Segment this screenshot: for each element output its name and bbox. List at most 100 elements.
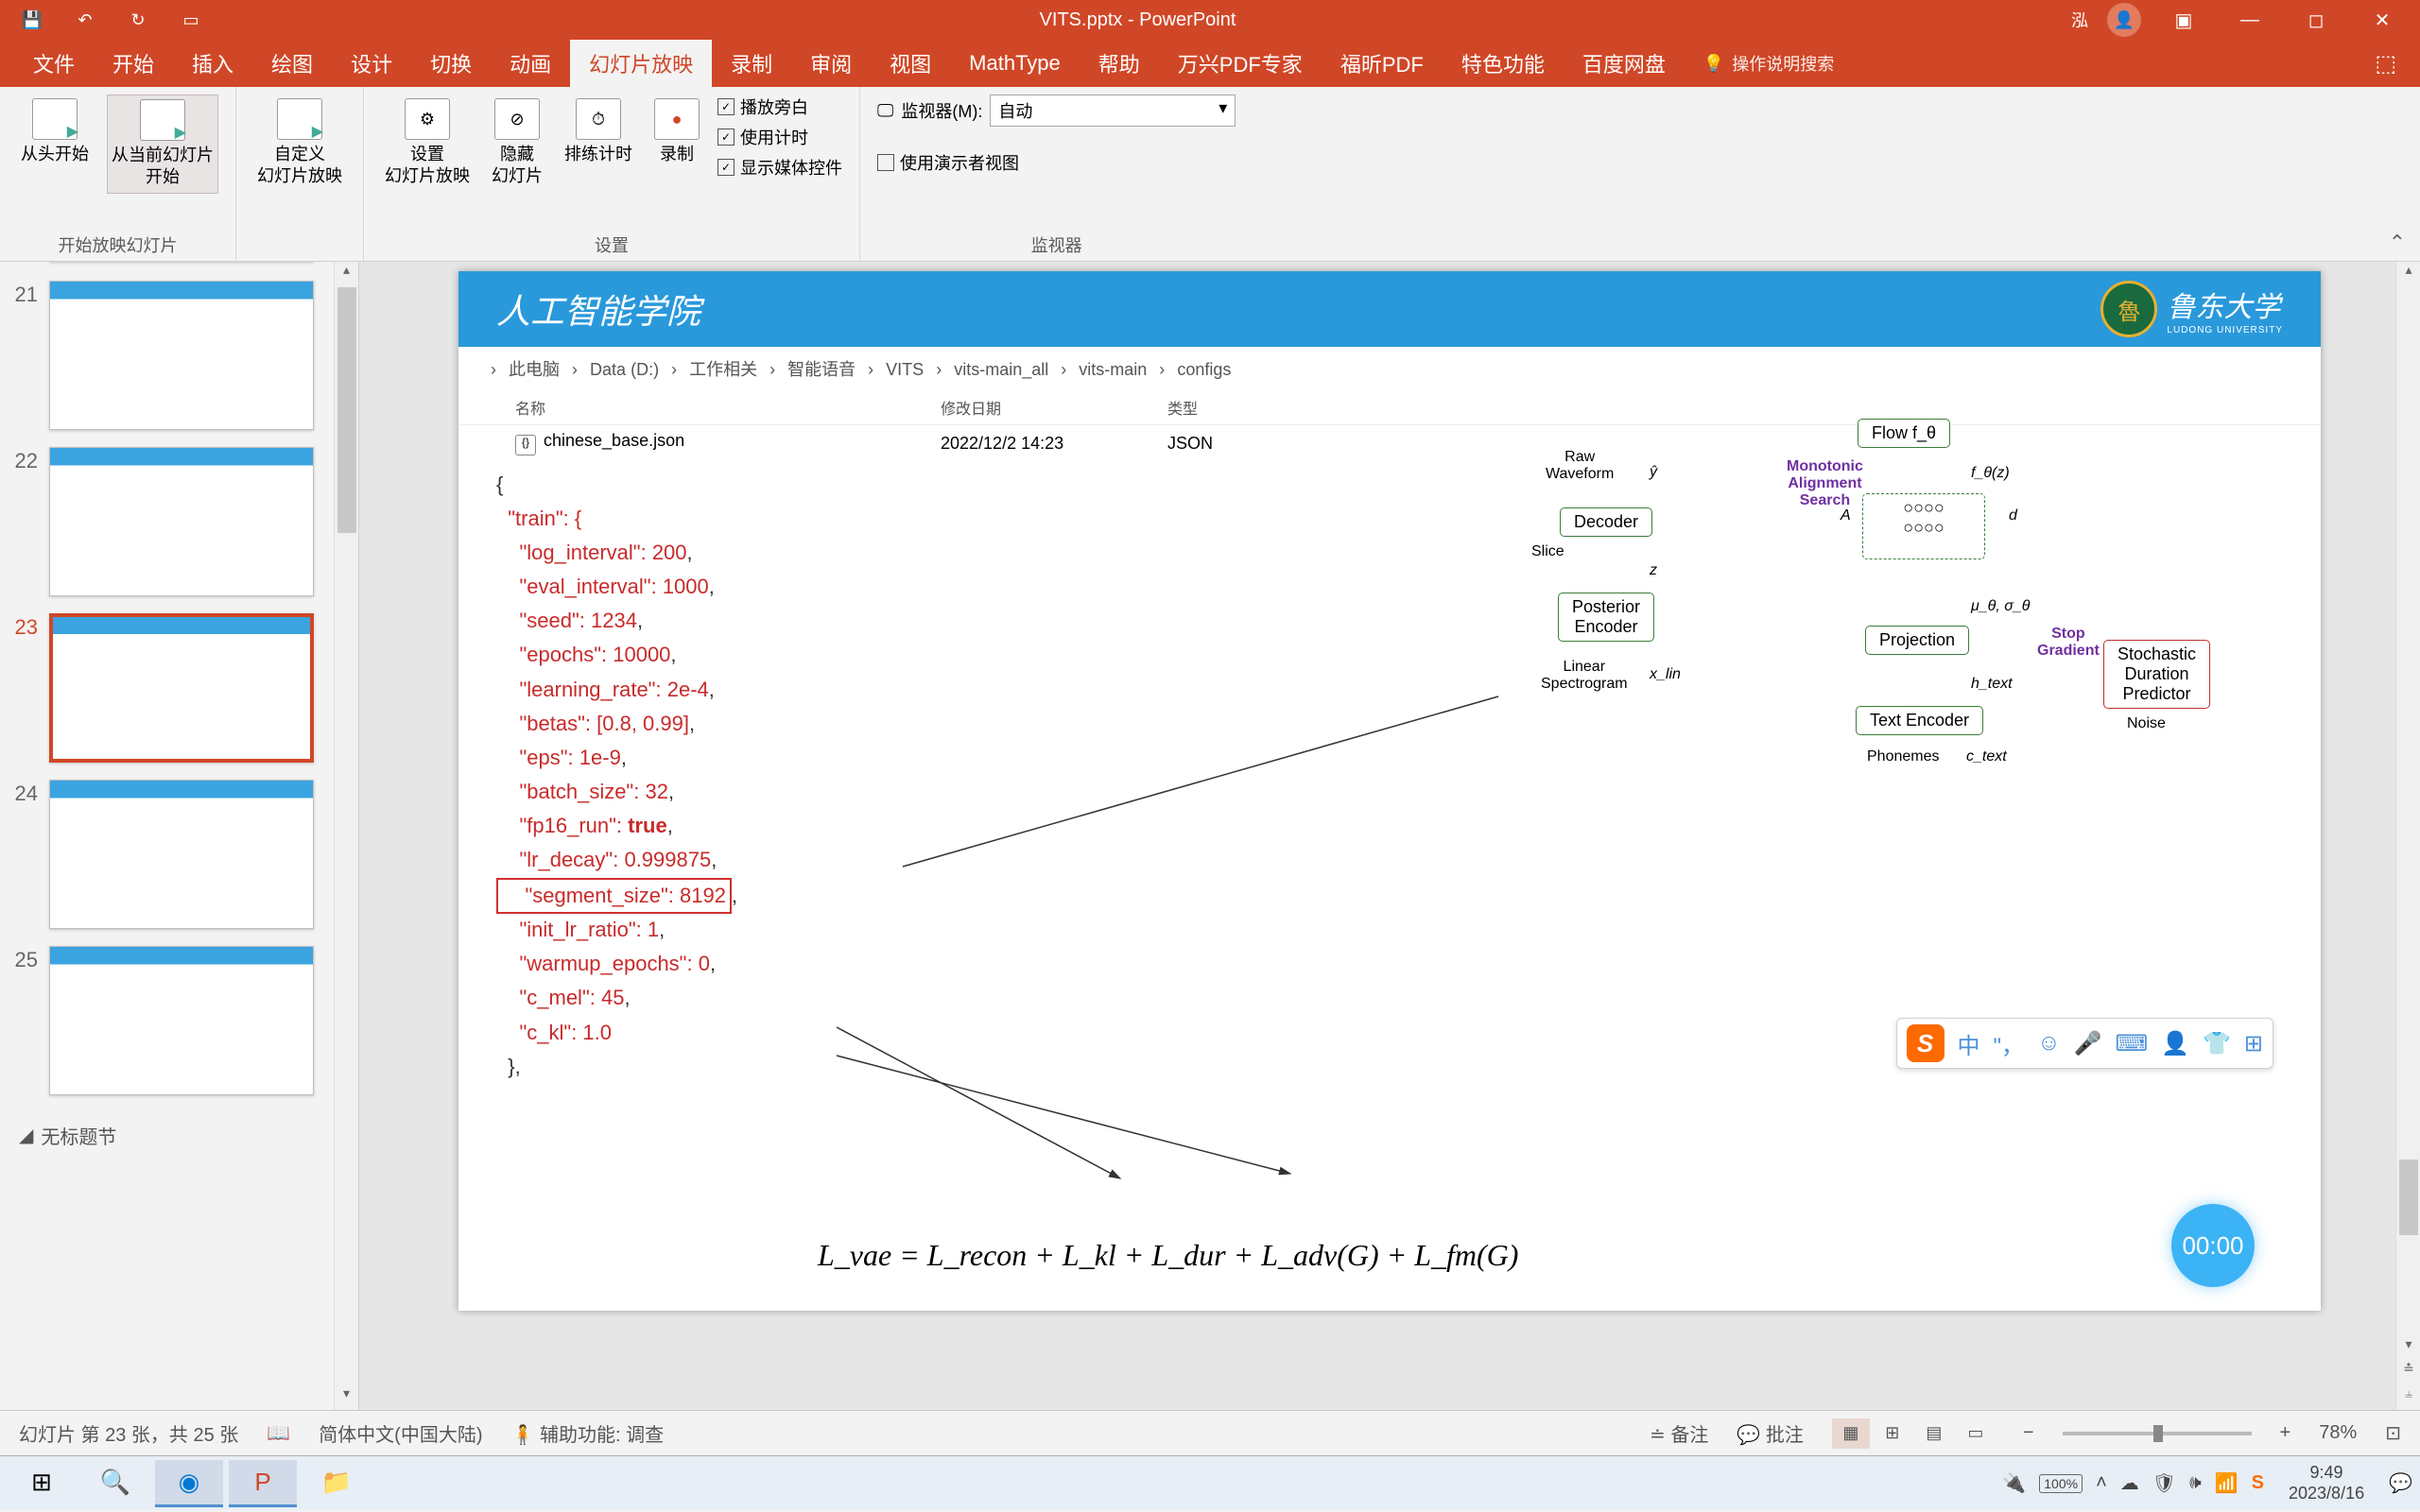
undo-icon[interactable]: ↶ [72, 7, 98, 33]
thumbs-scrollbar[interactable]: ▴ ▾ [334, 262, 358, 1410]
security-icon[interactable]: 🛡 [2152, 1471, 2176, 1495]
normal-view-icon[interactable]: ▦ [1832, 1418, 1870, 1449]
accessibility-status[interactable]: 🧍 辅助功能: 调查 [511, 1419, 665, 1447]
sogou-logo-icon: S [1907, 1024, 1945, 1062]
monitor-select[interactable]: 自动▾ [990, 94, 1236, 127]
tab-view[interactable]: 视图 [871, 40, 950, 87]
save-icon[interactable]: 💾 [19, 7, 45, 33]
powerpoint-icon[interactable]: P [229, 1460, 297, 1507]
main-area: 21 22 23 24 25 ◢无标题节 ▴ ▾ 人工智能学院 魯 鲁东大学 L… [0, 262, 2420, 1410]
zoom-in-icon[interactable]: + [2280, 1422, 2291, 1444]
edge-icon[interactable]: ◉ [155, 1460, 223, 1507]
notifications-icon[interactable]: 💬 [2389, 1471, 2412, 1495]
university-logo: 魯 鲁东大学 LUDONG UNIVERSITY [2100, 281, 2283, 337]
presenter-view-check[interactable]: 使用演示者视图 [877, 150, 1019, 175]
use-timings-check[interactable]: ✓使用计时 [717, 125, 842, 149]
ime-punct-icon[interactable]: "， [1994, 1027, 2025, 1060]
start-button[interactable]: ⊞ [8, 1460, 76, 1507]
tab-home[interactable]: 开始 [94, 40, 173, 87]
play-narration-check[interactable]: ✓播放旁白 [717, 94, 842, 119]
ime-keyboard-icon[interactable]: ⌨ [2115, 1030, 2148, 1057]
zoom-level[interactable]: 78% [2319, 1422, 2357, 1444]
tab-transition[interactable]: 切换 [411, 40, 491, 87]
tab-draw[interactable]: 绘图 [252, 40, 332, 87]
user-avatar-icon[interactable]: 👤 [2107, 3, 2141, 37]
monitor-icon: 🖵 [877, 101, 893, 121]
record-button[interactable]: ● 录制 [650, 94, 703, 169]
battery-status[interactable]: 100% [2039, 1474, 2083, 1493]
timer-icon: ⏱ [576, 98, 621, 140]
tab-mathtype[interactable]: MathType [950, 40, 1080, 87]
user-name: 泓 [2071, 8, 2088, 32]
comments-button[interactable]: 💬 批注 [1737, 1419, 1803, 1447]
tab-review[interactable]: 审阅 [791, 40, 871, 87]
tab-design[interactable]: 设计 [332, 40, 411, 87]
recording-timer[interactable]: 00:00 [2171, 1204, 2255, 1287]
slide-thumb-24[interactable] [49, 780, 314, 929]
explorer-icon[interactable]: 📁 [302, 1460, 371, 1507]
minimize-icon[interactable]: — [2226, 0, 2273, 40]
reading-view-icon[interactable]: ▤ [1915, 1418, 1953, 1449]
tab-slideshow[interactable]: 幻灯片放映 [570, 40, 712, 87]
tell-me-search[interactable]: 💡 操作说明搜索 [1703, 51, 1834, 76]
tab-insert[interactable]: 插入 [173, 40, 252, 87]
ime-toolbox-icon[interactable]: ⊞ [2244, 1030, 2263, 1057]
slide-position: 幻灯片 第 23 张，共 25 张 [19, 1419, 238, 1447]
hide-slide-button[interactable]: ⊘ 隐藏 幻灯片 [488, 94, 546, 192]
section-title[interactable]: ◢无标题节 [0, 1112, 358, 1159]
ime-lang[interactable]: 中 [1958, 1027, 1980, 1060]
power-icon[interactable]: 🔌 [2002, 1471, 2026, 1495]
ime-toolbar[interactable]: S 中 "， ☺ 🎤 ⌨ 👤 👕 ⊞ [1896, 1018, 2273, 1069]
wifi-icon[interactable]: 📶 [2215, 1471, 2238, 1495]
ime-voice-icon[interactable]: 🎤 [2074, 1030, 2102, 1057]
setup-slideshow-button[interactable]: ⚙ 设置 幻灯片放映 [381, 94, 474, 192]
sogou-tray-icon[interactable]: S [2252, 1472, 2264, 1494]
network-icon[interactable]: 🕪 [2189, 1472, 2202, 1494]
tab-baidu[interactable]: 百度网盘 [1564, 40, 1685, 87]
notes-button[interactable]: ≐ 备注 [1650, 1419, 1708, 1447]
sorter-view-icon[interactable]: ⊞ [1874, 1418, 1911, 1449]
triangle-icon: ◢ [19, 1124, 33, 1147]
fit-window-icon[interactable]: ⊡ [2385, 1421, 2401, 1445]
rehearse-button[interactable]: ⏱ 排练计时 [561, 94, 636, 169]
zoom-slider[interactable] [2063, 1432, 2252, 1435]
share-icon[interactable]: ⬚ [2375, 50, 2420, 77]
slide-thumb-22[interactable] [49, 447, 314, 596]
slide-thumb-23[interactable] [49, 613, 314, 763]
spellcheck-icon[interactable]: 📖 [267, 1421, 290, 1445]
slide-scrollbar[interactable]: ▴ ▾ ≛ ⫨ [2395, 262, 2420, 1410]
tab-file[interactable]: 文件 [14, 40, 94, 87]
tab-special[interactable]: 特色功能 [1443, 40, 1564, 87]
redo-icon[interactable]: ↻ [125, 7, 151, 33]
custom-slideshow-button[interactable]: 自定义 幻灯片放映 [253, 94, 346, 192]
search-button[interactable]: 🔍 [81, 1460, 149, 1507]
slide-thumb-25[interactable] [49, 946, 314, 1095]
slide-thumb-21[interactable] [49, 281, 314, 430]
language-status[interactable]: 简体中文(中国大陆) [319, 1419, 482, 1447]
breadcrumb: › 此电脑 › Data (D:) › 工作相关 › 智能语音 › VITS ›… [458, 347, 2321, 390]
slideshow-view-icon[interactable]: ▭ [1957, 1418, 1995, 1449]
tab-record[interactable]: 录制 [712, 40, 791, 87]
ime-skin-icon[interactable]: 👕 [2203, 1030, 2231, 1057]
ribbon-display-icon[interactable]: ▣ [2160, 0, 2207, 40]
slide-canvas[interactable]: 人工智能学院 魯 鲁东大学 LUDONG UNIVERSITY › 此电脑 › … [458, 271, 2321, 1311]
close-icon[interactable]: ✕ [2359, 0, 2406, 40]
tab-wanxing[interactable]: 万兴PDF专家 [1159, 40, 1322, 87]
ime-user-icon[interactable]: 👤 [2161, 1030, 2189, 1057]
tray-chevron-icon[interactable]: ˄ [2096, 1472, 2107, 1494]
windows-taskbar: ⊞ 🔍 ◉ P 📁 🔌 100% ˄ ☁ 🛡 🕪 📶 S 9:49 2023/8… [0, 1455, 2420, 1510]
from-current-button[interactable]: 从当前幻灯片 开始 [107, 94, 218, 194]
tab-help[interactable]: 帮助 [1080, 40, 1159, 87]
tab-animation[interactable]: 动画 [491, 40, 570, 87]
tab-foxit[interactable]: 福昕PDF [1322, 40, 1443, 87]
collapse-ribbon-icon[interactable]: ⌃ [2389, 231, 2406, 255]
taskbar-clock[interactable]: 9:49 2023/8/16 [2277, 1463, 2376, 1503]
start-slideshow-icon[interactable]: ▭ [178, 7, 204, 33]
zoom-out-icon[interactable]: − [2023, 1422, 2034, 1444]
status-bar: 幻灯片 第 23 张，共 25 张 📖 简体中文(中国大陆) 🧍 辅助功能: 调… [0, 1410, 2420, 1455]
show-media-check[interactable]: ✓显示媒体控件 [717, 155, 842, 180]
onedrive-icon[interactable]: ☁ [2120, 1471, 2139, 1495]
ime-emoji-icon[interactable]: ☺ [2037, 1030, 2061, 1057]
from-beginning-button[interactable]: 从头开始 [17, 94, 93, 169]
maximize-icon[interactable]: ◻ [2292, 0, 2340, 40]
